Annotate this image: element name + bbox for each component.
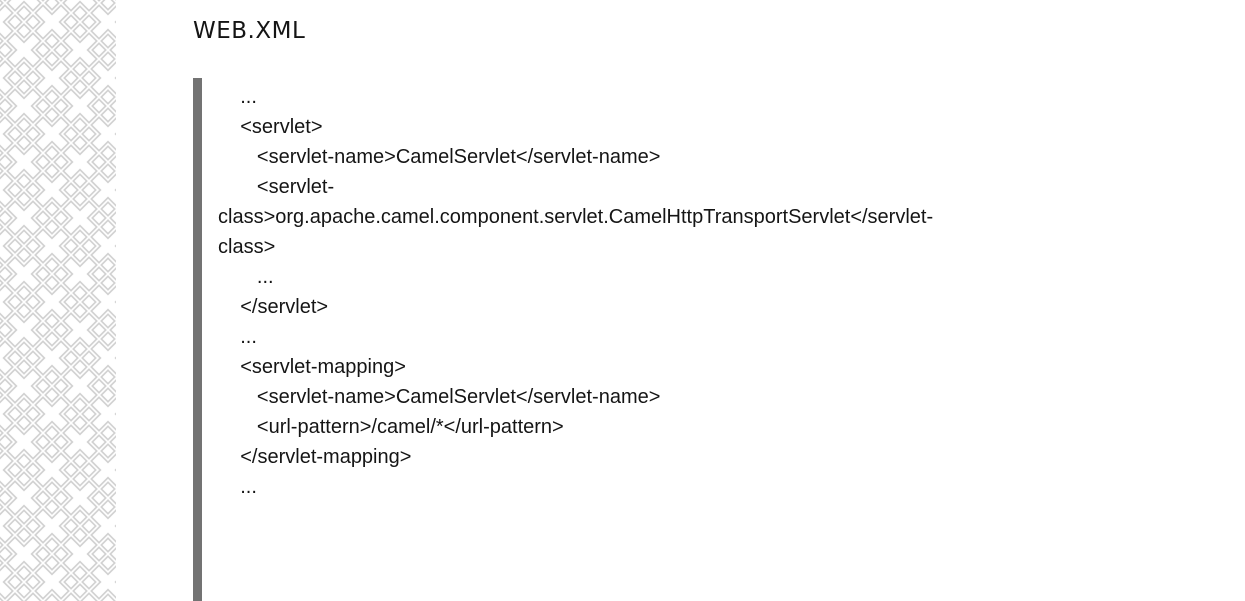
code-line: <servlet-mapping> bbox=[218, 356, 406, 378]
code-line: <servlet> bbox=[218, 116, 323, 138]
code-line: <servlet-name>CamelServlet</servlet-name… bbox=[218, 146, 661, 168]
code-line: ... bbox=[218, 326, 257, 348]
side-pattern-decoration bbox=[0, 0, 116, 601]
diamond-lattice-pattern-icon bbox=[0, 0, 116, 601]
code-line: <url-pattern>/camel/*</url-pattern> bbox=[218, 416, 564, 438]
code-line: ... bbox=[218, 86, 257, 108]
code-line: class>org.apache.camel.component.servlet… bbox=[218, 206, 934, 228]
code-line: class> bbox=[218, 236, 276, 258]
code-line: <servlet-name>CamelServlet</servlet-name… bbox=[218, 386, 661, 408]
code-line: <servlet- bbox=[218, 176, 335, 198]
code-line: </servlet> bbox=[218, 296, 329, 318]
code-line: ... bbox=[218, 266, 274, 288]
code-block: ... <servlet> <servlet-name>CamelServlet… bbox=[193, 78, 1233, 601]
code-line: </servlet-mapping> bbox=[218, 446, 412, 468]
code-block-left-rule bbox=[193, 78, 202, 601]
code-line: ... bbox=[218, 476, 257, 498]
code-lines: ... <servlet> <servlet-name>CamelServlet… bbox=[218, 82, 1233, 502]
code-block-title: WEB.XML bbox=[193, 18, 306, 44]
